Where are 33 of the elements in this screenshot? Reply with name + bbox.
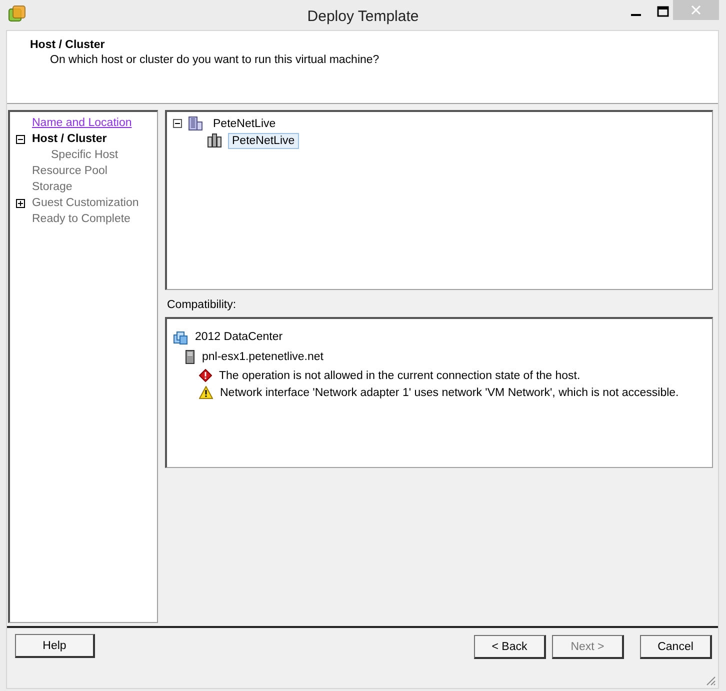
window-title: Deploy Template (307, 8, 419, 24)
page-heading: Host / Cluster (30, 39, 106, 51)
step-item: Resource Pool (32, 165, 108, 177)
collapse-icon[interactable] (173, 119, 182, 128)
error-icon (199, 369, 212, 382)
dialog-button[interactable]: Help (15, 634, 95, 658)
tree-item[interactable]: PeteNetLive (209, 116, 280, 132)
app-icon (8, 5, 26, 23)
error-message: The operation is not allowed in the current connection state of the host. (219, 370, 580, 382)
tree-item[interactable]: PeteNetLive (228, 132, 299, 148)
step-item: Ready to Complete (32, 213, 130, 225)
servers-icon (207, 133, 222, 148)
collapse-icon[interactable] (16, 135, 25, 144)
step-item: Host / Cluster (32, 133, 107, 145)
datacenter-icon (173, 330, 188, 344)
dialog-button[interactable]: Cancel (640, 635, 712, 659)
dialog-button[interactable]: < Back (474, 635, 546, 659)
section-label: Compatibility: (166, 298, 238, 313)
building-icon (188, 116, 203, 131)
server-icon (185, 350, 195, 364)
step-link[interactable]: Name and Location (32, 117, 132, 129)
resize-grip-icon[interactable] (704, 674, 716, 686)
warning-message: Network interface 'Network adapter 1' uses network 'VM Network', which is not accessible. (220, 386, 679, 398)
page-description: On which host or cluster do you want to run this virtual machine? (49, 54, 380, 66)
step-item: Specific Host (51, 149, 118, 161)
step-item: Guest Customization (32, 197, 139, 209)
item-label: 2012 DataCenter (195, 331, 283, 343)
item-label: pnl-esx1.petenetlive.net (202, 351, 324, 363)
step-item: Storage (32, 181, 72, 193)
warning-icon (199, 386, 213, 399)
close-icon (691, 5, 701, 15)
maximize-icon[interactable] (657, 6, 669, 18)
expand-icon[interactable] (16, 199, 25, 208)
